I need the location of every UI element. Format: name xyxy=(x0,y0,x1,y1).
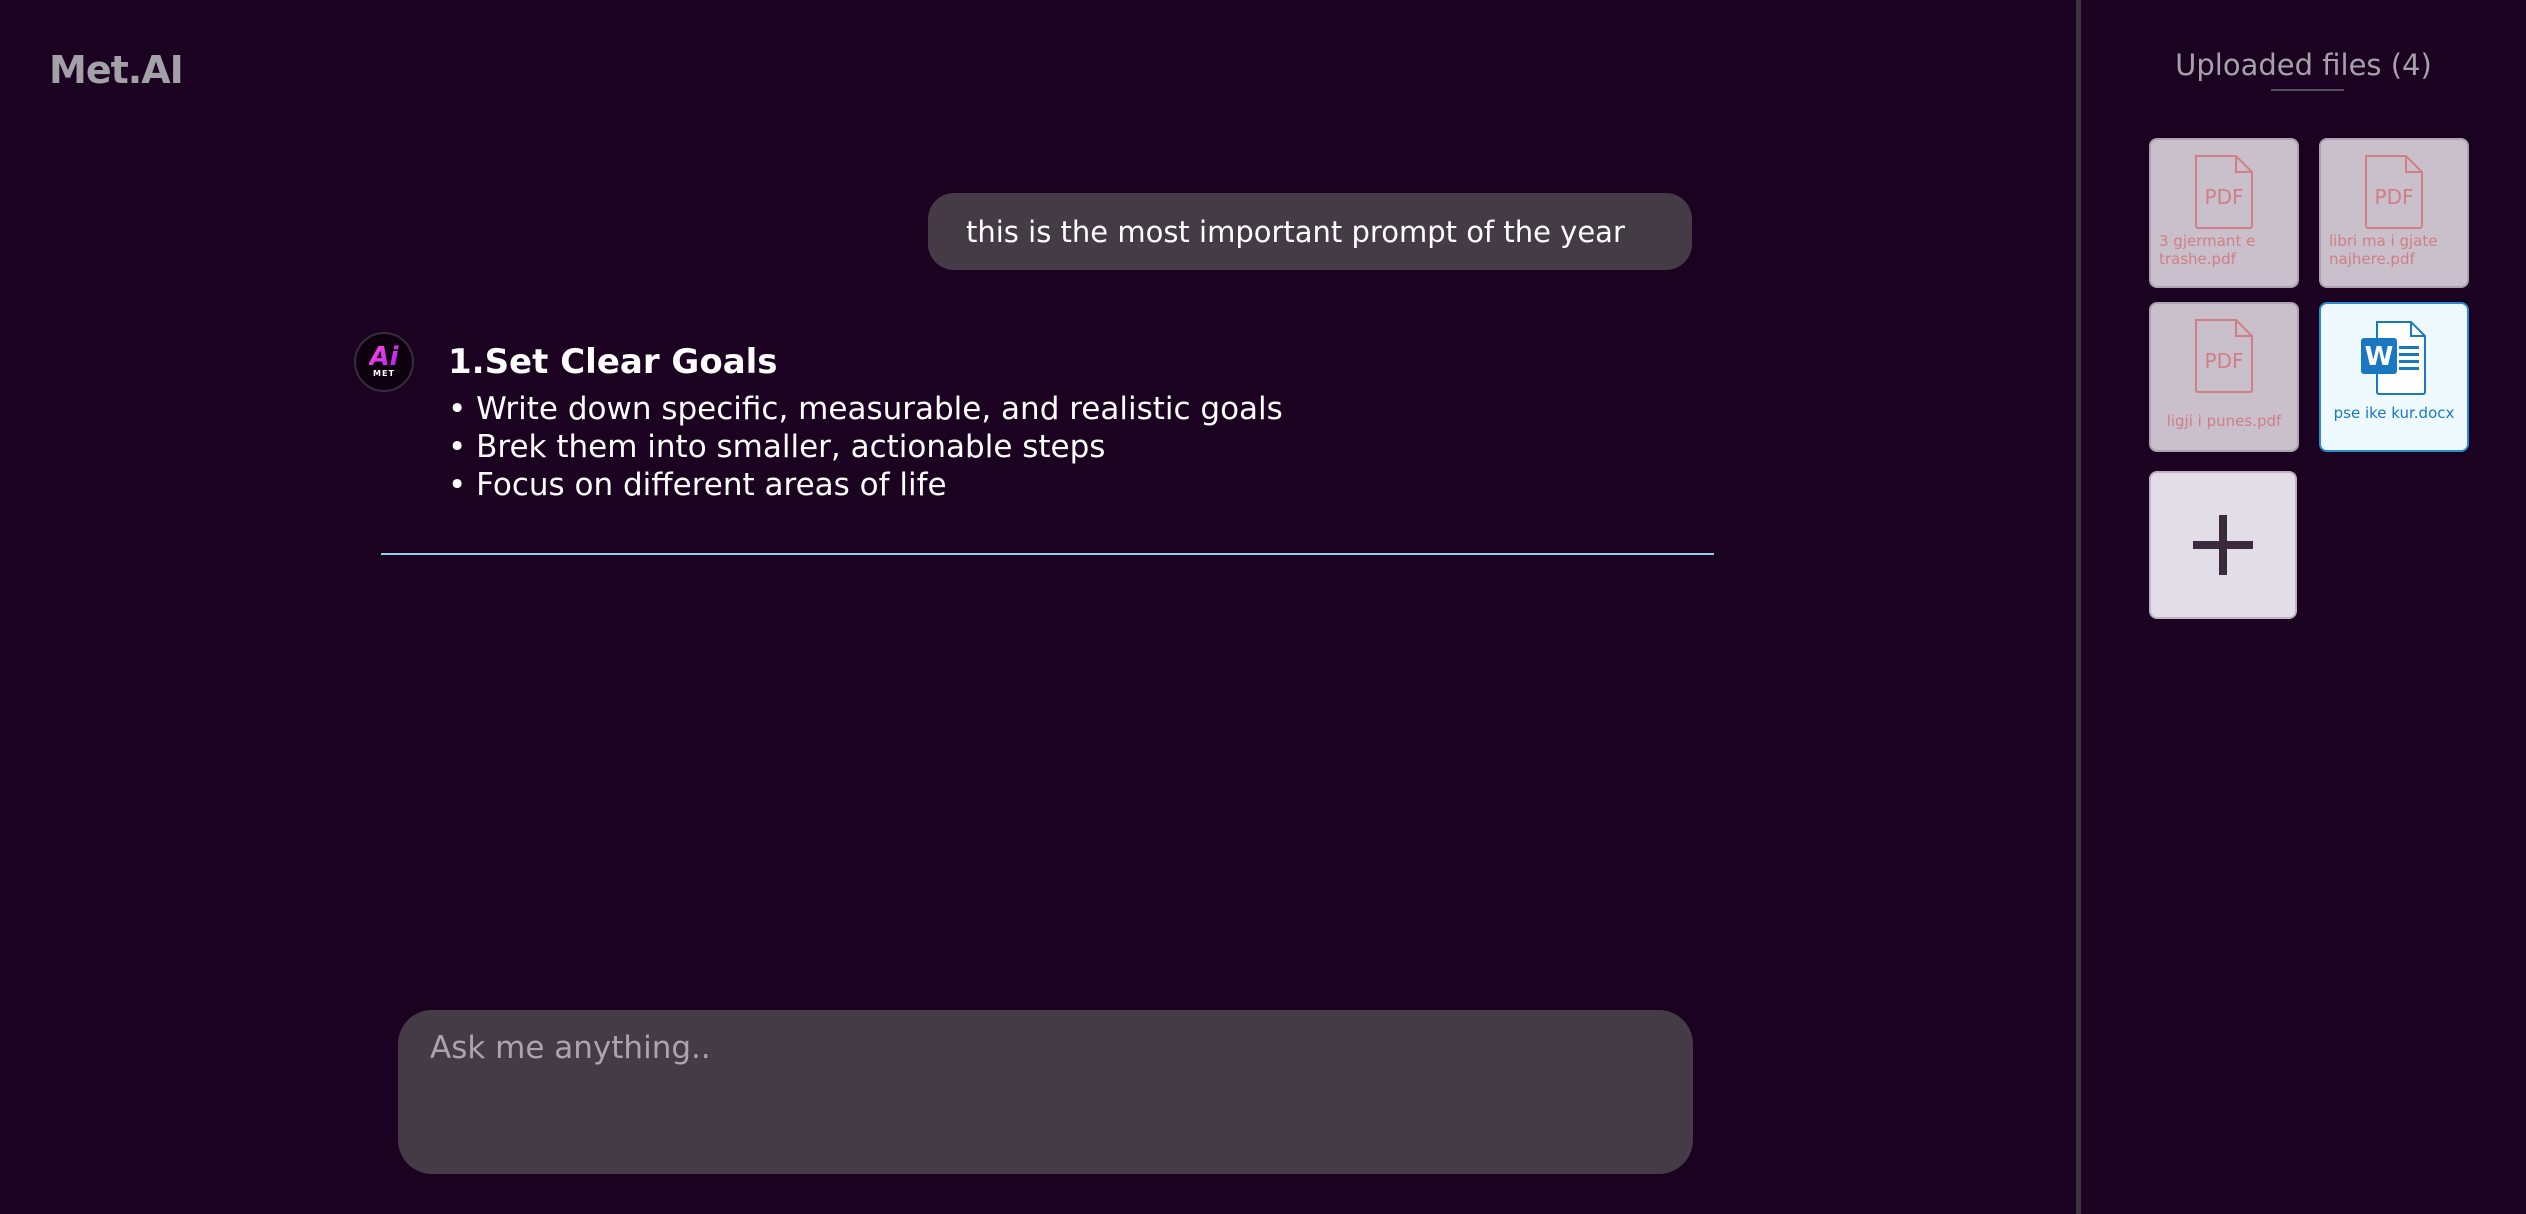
add-file-button[interactable] xyxy=(2149,471,2297,619)
assistant-bullet: Brek them into smaller, actionable steps xyxy=(448,428,1283,466)
pdf-icon-label: PDF xyxy=(2205,349,2244,373)
pdf-icon-label: PDF xyxy=(2205,185,2244,209)
file-card-pdf[interactable]: PDF 3 gjermant e trashe.pdf xyxy=(2149,138,2299,288)
file-card-docx[interactable]: W pse ike kur.docx xyxy=(2319,302,2469,452)
assistant-bullet: Focus on different areas of life xyxy=(448,466,1283,504)
message-divider xyxy=(381,553,1714,555)
word-icon-label: W xyxy=(2365,342,2394,372)
user-message-text: this is the most important prompt of the… xyxy=(966,214,1625,249)
pdf-icon-label: PDF xyxy=(2375,185,2414,209)
file-card-pdf[interactable]: PDF libri ma i gjate najhere.pdf xyxy=(2319,138,2469,288)
assistant-bullet-list: Write down specific, measurable, and rea… xyxy=(448,390,1283,504)
user-message-bubble: this is the most important prompt of the… xyxy=(928,193,1692,270)
assistant-message-heading: 1.Set Clear Goals xyxy=(448,342,778,382)
file-card-pdf[interactable]: PDF ligji i punes.pdf xyxy=(2149,302,2299,452)
plus-icon xyxy=(2193,515,2253,575)
app-logo[interactable]: Met.AI xyxy=(49,48,184,92)
uploaded-files-title: Uploaded files (4) xyxy=(2175,48,2432,82)
assistant-message: 1.Set Clear Goals Write down specific, m… xyxy=(448,340,1283,504)
pdf-file-icon: PDF xyxy=(2195,155,2253,229)
file-name: ligji i punes.pdf xyxy=(2166,412,2282,430)
pdf-file-icon: PDF xyxy=(2195,319,2253,393)
title-underline xyxy=(2271,89,2344,91)
assistant-bullet: Write down specific, measurable, and rea… xyxy=(448,390,1283,428)
chat-input-container[interactable] xyxy=(398,1010,1693,1174)
assistant-avatar-sub: MET xyxy=(373,369,395,378)
app-root: Met.AI this is the most important prompt… xyxy=(0,0,2526,1214)
assistant-avatar: Ai MET xyxy=(354,332,414,392)
file-name: pse ike kur.docx xyxy=(2333,404,2455,422)
chat-input[interactable] xyxy=(430,1030,1661,1154)
file-name: 3 gjermant e trashe.pdf xyxy=(2159,232,2256,268)
chat-main-area: Met.AI this is the most important prompt… xyxy=(0,0,2076,1214)
word-file-icon: W xyxy=(2361,321,2426,395)
pdf-file-icon: PDF xyxy=(2365,155,2423,229)
file-name: libri ma i gjate najhere.pdf xyxy=(2329,232,2438,268)
assistant-avatar-mark: Ai xyxy=(369,342,399,372)
